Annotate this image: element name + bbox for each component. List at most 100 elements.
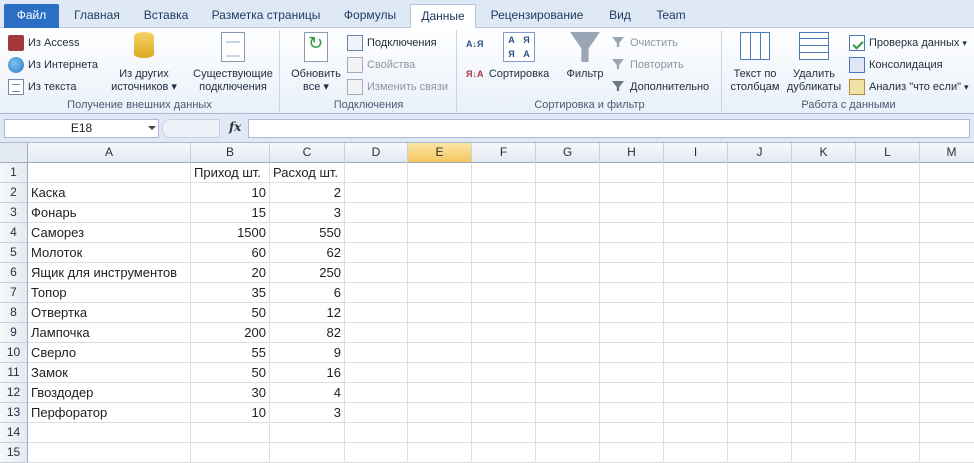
- cell-l7[interactable]: [856, 283, 920, 303]
- cell-l6[interactable]: [856, 263, 920, 283]
- column-header-k[interactable]: K: [792, 143, 856, 163]
- cell-f9[interactable]: [472, 323, 536, 343]
- cell-k11[interactable]: [792, 363, 856, 383]
- row-header-11[interactable]: 11: [0, 363, 28, 383]
- cell-j1[interactable]: [728, 163, 792, 183]
- cell-b8[interactable]: 50: [191, 303, 270, 323]
- cell-e4[interactable]: [408, 223, 472, 243]
- cell-k15[interactable]: [792, 443, 856, 463]
- cell-e15[interactable]: [408, 443, 472, 463]
- cell-e14[interactable]: [408, 423, 472, 443]
- cell-h5[interactable]: [600, 243, 664, 263]
- cell-g6[interactable]: [536, 263, 600, 283]
- refresh-all-button[interactable]: Обновить все ▾: [285, 32, 347, 94]
- column-header-a[interactable]: A: [28, 143, 191, 163]
- cell-b1[interactable]: Приход шт.: [191, 163, 270, 183]
- row-header-3[interactable]: 3: [0, 203, 28, 223]
- cell-l4[interactable]: [856, 223, 920, 243]
- cell-b7[interactable]: 35: [191, 283, 270, 303]
- cell-m10[interactable]: [920, 343, 974, 363]
- cell-f11[interactable]: [472, 363, 536, 383]
- cell-e5[interactable]: [408, 243, 472, 263]
- cell-m1[interactable]: [920, 163, 974, 183]
- cell-m12[interactable]: [920, 383, 974, 403]
- edit-links-button[interactable]: Изменить связи: [347, 79, 448, 95]
- tab-review[interactable]: Рецензирование: [480, 4, 594, 28]
- cell-h9[interactable]: [600, 323, 664, 343]
- cell-h2[interactable]: [600, 183, 664, 203]
- cell-j10[interactable]: [728, 343, 792, 363]
- cell-g9[interactable]: [536, 323, 600, 343]
- row-header-2[interactable]: 2: [0, 183, 28, 203]
- row-header-6[interactable]: 6: [0, 263, 28, 283]
- tab-insert[interactable]: Вставка: [134, 4, 198, 28]
- cell-j15[interactable]: [728, 443, 792, 463]
- cell-l15[interactable]: [856, 443, 920, 463]
- cell-f1[interactable]: [472, 163, 536, 183]
- column-header-l[interactable]: L: [856, 143, 920, 163]
- cell-i10[interactable]: [664, 343, 728, 363]
- cell-g15[interactable]: [536, 443, 600, 463]
- cell-m5[interactable]: [920, 243, 974, 263]
- cell-f10[interactable]: [472, 343, 536, 363]
- cell-i2[interactable]: [664, 183, 728, 203]
- cell-h12[interactable]: [600, 383, 664, 403]
- cell-k13[interactable]: [792, 403, 856, 423]
- cell-a3[interactable]: Фонарь: [28, 203, 191, 223]
- cell-k4[interactable]: [792, 223, 856, 243]
- cell-e13[interactable]: [408, 403, 472, 423]
- cell-h13[interactable]: [600, 403, 664, 423]
- cell-k6[interactable]: [792, 263, 856, 283]
- cell-i4[interactable]: [664, 223, 728, 243]
- cell-k10[interactable]: [792, 343, 856, 363]
- tab-file[interactable]: Файл: [4, 4, 59, 28]
- cell-i15[interactable]: [664, 443, 728, 463]
- cell-m4[interactable]: [920, 223, 974, 243]
- cell-i7[interactable]: [664, 283, 728, 303]
- cell-e9[interactable]: [408, 323, 472, 343]
- cell-f4[interactable]: [472, 223, 536, 243]
- cell-f8[interactable]: [472, 303, 536, 323]
- cell-m3[interactable]: [920, 203, 974, 223]
- column-header-j[interactable]: J: [728, 143, 792, 163]
- cell-e2[interactable]: [408, 183, 472, 203]
- cell-j3[interactable]: [728, 203, 792, 223]
- cell-j12[interactable]: [728, 383, 792, 403]
- cell-l3[interactable]: [856, 203, 920, 223]
- cell-i5[interactable]: [664, 243, 728, 263]
- cell-a11[interactable]: Замок: [28, 363, 191, 383]
- cell-b13[interactable]: 10: [191, 403, 270, 423]
- cell-b12[interactable]: 30: [191, 383, 270, 403]
- row-header-1[interactable]: 1: [0, 163, 28, 183]
- name-box[interactable]: E18: [4, 119, 159, 138]
- cell-c8[interactable]: 12: [270, 303, 345, 323]
- insert-function-icon[interactable]: fx: [229, 120, 241, 134]
- row-header-13[interactable]: 13: [0, 403, 28, 423]
- cell-b14[interactable]: [191, 423, 270, 443]
- cell-i13[interactable]: [664, 403, 728, 423]
- cell-m6[interactable]: [920, 263, 974, 283]
- cell-g2[interactable]: [536, 183, 600, 203]
- cell-l13[interactable]: [856, 403, 920, 423]
- cell-d6[interactable]: [345, 263, 408, 283]
- cell-e6[interactable]: [408, 263, 472, 283]
- cell-j11[interactable]: [728, 363, 792, 383]
- cell-g13[interactable]: [536, 403, 600, 423]
- cell-b10[interactable]: 55: [191, 343, 270, 363]
- cell-d14[interactable]: [345, 423, 408, 443]
- cell-j14[interactable]: [728, 423, 792, 443]
- cell-c11[interactable]: 16: [270, 363, 345, 383]
- cell-b3[interactable]: 15: [191, 203, 270, 223]
- cell-c9[interactable]: 82: [270, 323, 345, 343]
- tab-home[interactable]: Главная: [63, 4, 131, 28]
- cell-f14[interactable]: [472, 423, 536, 443]
- row-header-8[interactable]: 8: [0, 303, 28, 323]
- cell-c1[interactable]: Расход шт.: [270, 163, 345, 183]
- row-header-9[interactable]: 9: [0, 323, 28, 343]
- cell-l1[interactable]: [856, 163, 920, 183]
- cell-k9[interactable]: [792, 323, 856, 343]
- cell-f15[interactable]: [472, 443, 536, 463]
- cell-l5[interactable]: [856, 243, 920, 263]
- cell-f5[interactable]: [472, 243, 536, 263]
- cell-b11[interactable]: 50: [191, 363, 270, 383]
